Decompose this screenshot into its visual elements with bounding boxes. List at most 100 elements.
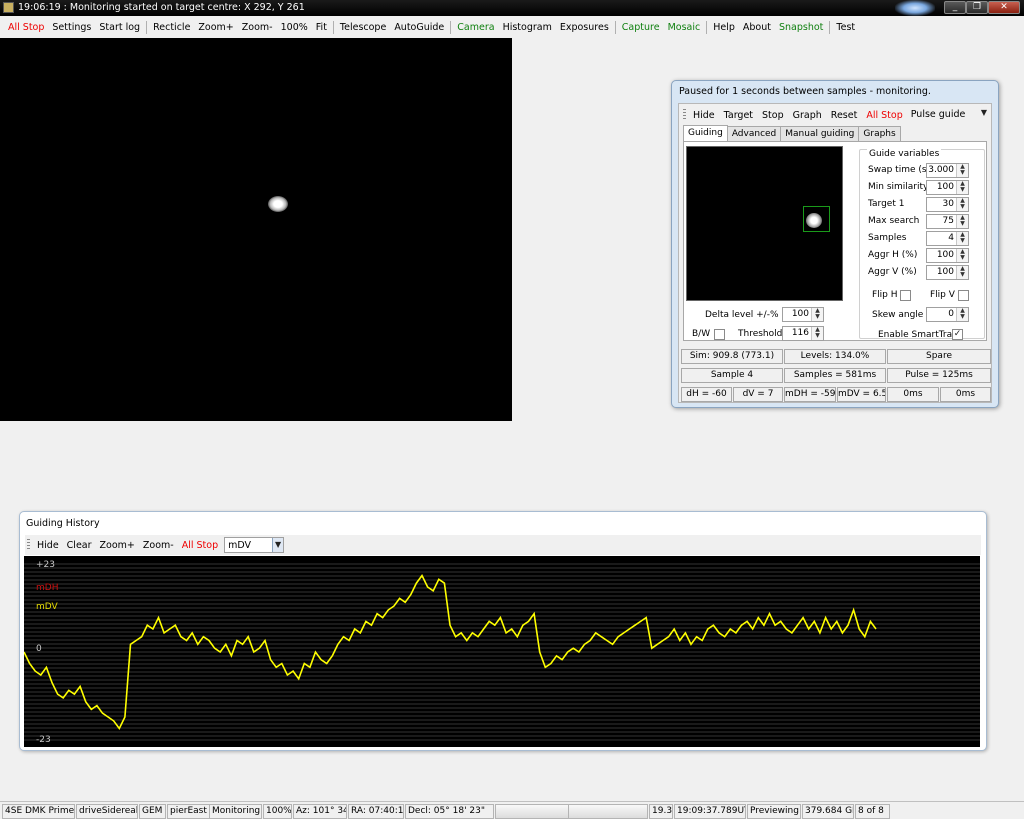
spin-arrows-icon[interactable]: ▲ ▼ [956, 266, 968, 279]
spin-arrows-icon[interactable]: ▲ ▼ [956, 308, 968, 321]
menu-item-settings[interactable]: Settings [48, 22, 95, 33]
guide-star-preview[interactable] [686, 146, 843, 301]
menu-item-help[interactable]: Help [709, 22, 739, 33]
app-icon [3, 2, 14, 13]
history-toolbar: Hide Clear Zoom+ Zoom- All Stop mDV ▼ [25, 535, 981, 555]
menu-item-histogram[interactable]: Histogram [499, 22, 556, 33]
guide-var-field[interactable]: 100 ▲ ▼ [926, 248, 969, 263]
stat-pulse-h: 0ms [887, 387, 939, 402]
guide-all-stop-button[interactable]: All Stop [862, 110, 907, 121]
menu-item-all-stop[interactable]: All Stop [4, 22, 48, 33]
threshold-label: Threshold [738, 329, 783, 339]
threshold-field[interactable]: 116 ▲ ▼ [782, 326, 824, 341]
tab-graphs[interactable]: Graphs [858, 126, 901, 142]
toolbar-grip[interactable] [27, 539, 30, 551]
spin-arrows-icon[interactable]: ▲ ▼ [956, 215, 968, 228]
status-progress2 [568, 804, 648, 819]
history-clear-button[interactable]: Clear [63, 540, 96, 551]
history-series-select[interactable]: mDV ▼ [224, 537, 285, 553]
bw-checkbox[interactable] [714, 329, 725, 340]
menu-item-fit[interactable]: Fit [312, 22, 331, 33]
history-hide-button[interactable]: Hide [33, 540, 63, 551]
spin-arrows-icon[interactable]: ▲ ▼ [811, 327, 823, 340]
guide-var-field[interactable]: 100 ▲ ▼ [926, 265, 969, 280]
guide-tabs: Guiding Advanced Manual guiding Graphs [683, 125, 901, 143]
guide-var-field[interactable]: 75 ▲ ▼ [926, 214, 969, 229]
guide-var-field[interactable]: 3.000 ▲ ▼ [926, 163, 969, 178]
menu-item-zoom[interactable]: Zoom+ [194, 22, 237, 33]
menu-separator [614, 20, 616, 34]
legend-mdh: mDH [36, 583, 58, 593]
spin-arrows-icon[interactable]: ▲ ▼ [956, 198, 968, 211]
menu-item-exposures[interactable]: Exposures [556, 22, 613, 33]
camera-view[interactable] [0, 38, 512, 421]
title-bar: 19:06:19 : Monitoring started on target … [0, 0, 1024, 16]
guide-var-field[interactable]: 4 ▲ ▼ [926, 231, 969, 246]
guide-var-value: 100 [936, 250, 954, 260]
smarttrak-label: Enable SmartTrak [878, 330, 958, 340]
menu-item-telescope[interactable]: Telescope [336, 22, 390, 33]
menu-item-test[interactable]: Test [832, 22, 859, 33]
status-bar: 4SE DMK Prime driveSidereal GEM pierEast Mon… [0, 801, 1024, 819]
guide-graph-button[interactable]: Graph [789, 110, 827, 121]
title-bar-glow [895, 0, 935, 16]
guide-var-field[interactable]: 30 ▲ ▼ [926, 197, 969, 212]
guide-reset-button[interactable]: Reset [827, 110, 863, 121]
history-zoom-out-button[interactable]: Zoom- [139, 540, 178, 551]
status-disk: 379.684 GB [802, 804, 854, 819]
flip-v-checkbox[interactable] [958, 290, 969, 301]
graph-grid [24, 563, 980, 741]
guide-var-field[interactable]: 100 ▲ ▼ [926, 180, 969, 195]
menu-item-snapshot[interactable]: Snapshot [775, 22, 827, 33]
menu-item-capture[interactable]: Capture [618, 22, 664, 33]
tab-advanced[interactable]: Advanced [726, 126, 782, 142]
guide-mode-value: Pulse guide [910, 109, 966, 120]
guide-toolbar: Hide Target Stop Graph Reset All Stop Pu… [681, 106, 989, 124]
menu-item-camera[interactable]: Camera [453, 22, 498, 33]
guide-var-value: 100 [936, 267, 954, 277]
maximize-button[interactable]: ❐ [966, 1, 988, 14]
guide-target-button[interactable]: Target [720, 110, 758, 121]
minimize-button[interactable]: _ [944, 1, 966, 14]
menu-item-start-log[interactable]: Start log [95, 22, 144, 33]
status-driver: driveSidereal [76, 804, 138, 819]
menu-item-zoom[interactable]: Zoom- [238, 22, 277, 33]
menu-item-recticle[interactable]: Recticle [149, 22, 194, 33]
flip-h-checkbox[interactable] [900, 290, 911, 301]
chevron-down-icon[interactable]: ▼ [271, 538, 284, 552]
skew-angle-field[interactable]: 0 ▲ ▼ [926, 307, 969, 322]
history-zoom-in-button[interactable]: Zoom+ [96, 540, 139, 551]
menu-item-mosaic[interactable]: Mosaic [664, 22, 705, 33]
guide-mode-select[interactable]: Pulse guide ▼ [908, 107, 989, 123]
guide-var-value: 75 [942, 216, 954, 226]
history-all-stop-button[interactable]: All Stop [178, 540, 222, 551]
status-mode: Previewing [747, 804, 801, 819]
guide-stop-button[interactable]: Stop [758, 110, 789, 121]
status-camera: 4SE DMK Prime [2, 804, 75, 819]
y-zero-label: 0 [36, 644, 42, 654]
guide-hide-button[interactable]: Hide [689, 110, 720, 121]
menu-item-100[interactable]: 100% [277, 22, 312, 33]
y-min-label: -23 [36, 735, 51, 745]
smarttrak-checkbox[interactable]: ✓ [952, 329, 963, 340]
status-progress1 [495, 804, 575, 819]
history-title: Guiding History [26, 518, 100, 529]
menu-separator [146, 20, 148, 34]
spin-arrows-icon[interactable]: ▲ ▼ [811, 308, 823, 321]
stat-dv: dV = 7 [733, 387, 783, 402]
close-button[interactable]: ✕ [988, 1, 1020, 14]
menu-item-autoguide[interactable]: AutoGuide [390, 22, 448, 33]
guide-var-label: Target 1 [868, 199, 905, 209]
spin-arrows-icon[interactable]: ▲ ▼ [956, 232, 968, 245]
guide-var-value: 3.000 [928, 165, 954, 175]
spin-arrows-icon[interactable]: ▲ ▼ [956, 181, 968, 194]
menu-item-about[interactable]: About [739, 22, 775, 33]
tab-manual-guiding[interactable]: Manual guiding [780, 126, 860, 142]
menu-separator [332, 20, 334, 34]
toolbar-grip[interactable] [683, 109, 686, 121]
guide-panel: Paused for 1 seconds between samples - m… [671, 80, 999, 408]
menu-separator [706, 20, 708, 34]
delta-level-field[interactable]: 100 ▲ ▼ [782, 307, 824, 322]
spin-arrows-icon[interactable]: ▲ ▼ [956, 164, 968, 177]
spin-arrows-icon[interactable]: ▲ ▼ [956, 249, 968, 262]
